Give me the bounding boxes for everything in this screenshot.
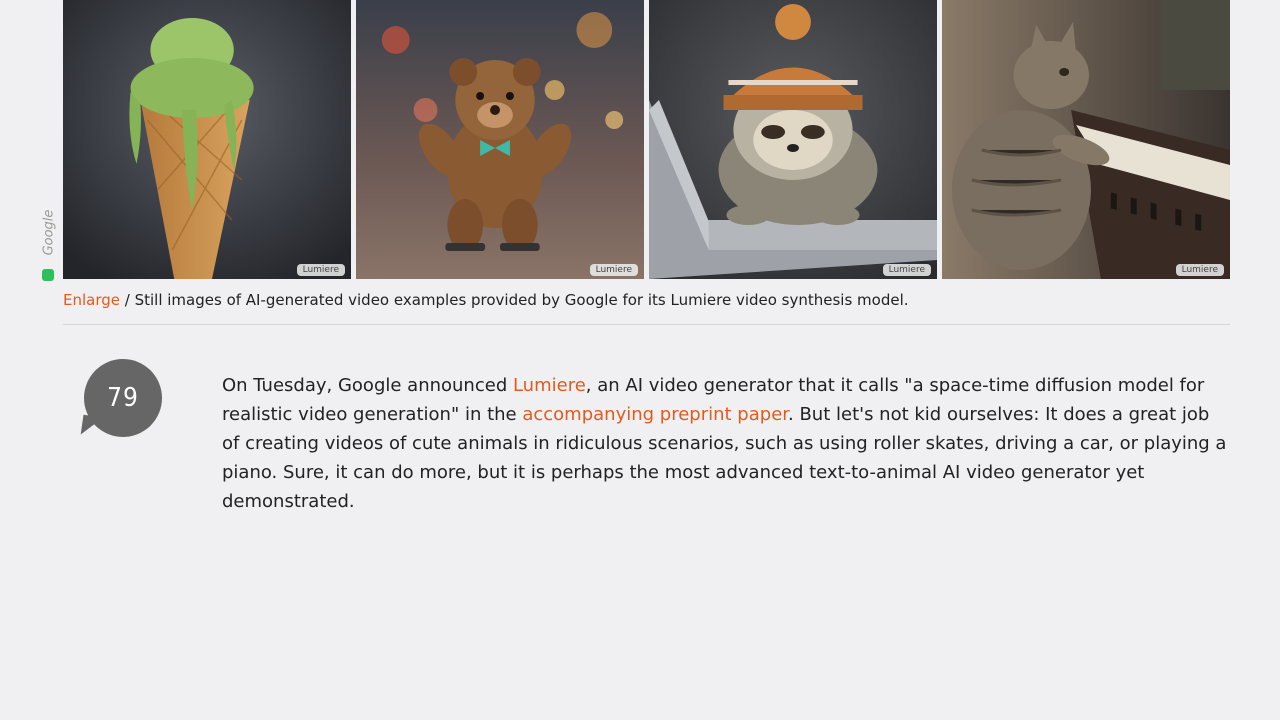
image-gallery[interactable]: Lumiere Lumiere Lumiere Lumiere bbox=[63, 0, 1230, 279]
credit-label: Google bbox=[41, 209, 57, 256]
lumiere-watermark: Lumiere bbox=[1175, 264, 1224, 276]
gallery-image-sloth[interactable]: Lumiere bbox=[649, 0, 937, 279]
lumiere-watermark: Lumiere bbox=[296, 264, 345, 276]
sloth-image bbox=[649, 0, 937, 279]
divider bbox=[63, 324, 1230, 325]
teddy-bear-image bbox=[356, 0, 644, 279]
gallery-image-teddy-bear[interactable]: Lumiere bbox=[356, 0, 644, 279]
ice-cream-image bbox=[63, 0, 351, 279]
enlarge-link[interactable]: Enlarge bbox=[63, 291, 120, 309]
article-paragraph: On Tuesday, Google announced Lumiere, an… bbox=[222, 371, 1232, 516]
image-caption: Enlarge / Still images of AI-generated v… bbox=[63, 291, 1230, 309]
lumiere-watermark: Lumiere bbox=[589, 264, 638, 276]
image-credit: Google bbox=[36, 205, 60, 281]
gallery-image-ice-cream[interactable]: Lumiere bbox=[63, 0, 351, 279]
comment-bubble-tail bbox=[80, 414, 104, 438]
preprint-paper-link[interactable]: accompanying preprint paper bbox=[522, 404, 788, 425]
article-text-1: On Tuesday, Google announced bbox=[222, 375, 513, 396]
caption-text: / Still images of AI-generated video exa… bbox=[120, 291, 909, 309]
lumiere-link[interactable]: Lumiere bbox=[513, 375, 586, 396]
cat-piano-image bbox=[942, 0, 1230, 279]
lumiere-watermark: Lumiere bbox=[882, 264, 931, 276]
gallery-image-cat-piano[interactable]: Lumiere bbox=[942, 0, 1230, 279]
camera-icon bbox=[42, 269, 54, 281]
